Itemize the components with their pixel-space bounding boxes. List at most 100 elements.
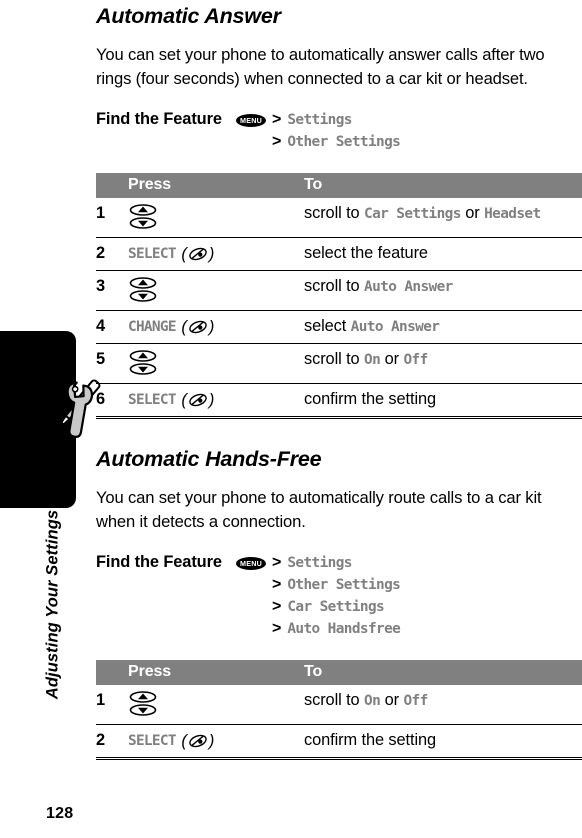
scroll-up-down-key-icon[interactable]	[128, 202, 158, 232]
softkey-select[interactable]: SELECT ( )	[128, 730, 214, 752]
chevron-right-icon: >	[272, 620, 282, 637]
chevron-right-icon: >	[272, 598, 282, 615]
step-display-value-2: Off	[403, 693, 428, 709]
find-the-feature-label: Find the Feature	[96, 110, 222, 128]
step-display-value: On	[364, 352, 381, 368]
menu-path-row: > Other Settings	[236, 574, 582, 596]
paren-open: (	[176, 732, 187, 750]
menu-path-item[interactable]: Other Settings	[287, 134, 401, 150]
column-header-to: To	[304, 660, 582, 685]
table-row: 1 scroll to On or Off	[96, 685, 582, 725]
step-text: scroll to	[304, 277, 365, 295]
step-number: 6	[96, 383, 128, 419]
step-description: scroll to On or Off	[304, 685, 582, 725]
menu-path-item[interactable]: Auto Handsfree	[287, 621, 401, 637]
column-header-number	[96, 173, 128, 198]
step-description: select Auto Answer	[304, 310, 582, 344]
table-row: 3 scroll to Auto Answer	[96, 270, 582, 311]
table-header-row: Press To	[96, 660, 582, 685]
step-press	[128, 270, 304, 311]
step-display-value-2: Headset	[484, 206, 541, 222]
table-row: 1 scroll to Car Settings or Headset	[96, 198, 582, 238]
menu-path-row: > Car Settings	[236, 596, 582, 618]
step-press: SELECT ( )	[128, 237, 304, 271]
page-number: 128	[46, 805, 74, 822]
menu-path-item[interactable]: Settings	[287, 112, 352, 128]
select-key-icon[interactable]	[188, 318, 208, 336]
step-description: scroll to On or Off	[304, 343, 582, 384]
section-body-automatic-answer: You can set your phone to automatically …	[96, 45, 545, 88]
paren-open: (	[176, 245, 187, 263]
section-body-automatic-hands-free: You can set your phone to automatically …	[96, 488, 542, 531]
chevron-right-icon: >	[272, 576, 282, 593]
step-description: scroll to Car Settings or Headset	[304, 198, 582, 238]
menu-path-row: MENU > Settings	[236, 552, 582, 574]
paren-close: )	[208, 732, 215, 750]
page-content: Automatic Answer You can set your phone …	[96, 0, 582, 838]
step-text: or	[380, 691, 404, 709]
menu-key-icon[interactable]: MENU	[236, 556, 266, 570]
menu-path-1: MENU > Settings > Other Settings	[236, 109, 582, 153]
menu-path-row: MENU > Settings	[236, 109, 582, 131]
column-header-press: Press	[128, 173, 304, 198]
menu-path-row: > Auto Handsfree	[236, 618, 582, 640]
paren-open: (	[176, 391, 187, 409]
steps-table-2: Press To 1 scroll to On or Off 2 SELECT …	[96, 660, 582, 760]
paren-close: )	[208, 245, 215, 263]
table-row: 4 CHANGE ( ) select Auto Answer	[96, 310, 582, 344]
menu-path-row: > Other Settings	[236, 131, 582, 153]
scroll-up-down-key-icon[interactable]	[128, 275, 158, 305]
paren-open: (	[176, 318, 187, 336]
table-row: 2 SELECT ( )	[96, 237, 582, 271]
scroll-up-down-key-icon[interactable]	[128, 348, 158, 378]
menu-path-item[interactable]: Settings	[287, 555, 352, 571]
paren-close: )	[208, 391, 215, 409]
step-display-value-2: Off	[403, 352, 428, 368]
column-header-to: To	[304, 173, 582, 198]
softkey-label: SELECT	[128, 392, 176, 408]
step-press: SELECT ( )	[128, 724, 304, 760]
step-number: 1	[96, 685, 128, 725]
step-text: select	[304, 317, 351, 335]
select-key-icon[interactable]	[188, 391, 208, 409]
table-row: 2 SELECT ( )	[96, 724, 582, 760]
step-text: or	[460, 204, 485, 222]
menu-path-2: MENU > Settings > Other Settings > Car S…	[236, 552, 582, 640]
softkey-label: SELECT	[128, 246, 176, 262]
step-number: 2	[96, 724, 128, 760]
table-header-row: Press To	[96, 173, 582, 198]
step-number: 5	[96, 343, 128, 384]
select-key-icon[interactable]	[188, 732, 208, 750]
menu-path-item[interactable]: Car Settings	[287, 599, 384, 615]
softkey-select[interactable]: SELECT ( )	[128, 389, 214, 411]
softkey-label: SELECT	[128, 733, 176, 749]
step-text: select the feature	[304, 244, 428, 262]
chevron-right-icon: >	[272, 133, 282, 150]
step-number: 2	[96, 237, 128, 271]
column-header-number	[96, 660, 128, 685]
step-description: confirm the setting	[304, 724, 582, 760]
step-text: scroll to	[304, 350, 365, 368]
paren-close: )	[208, 318, 215, 336]
chevron-right-icon: >	[272, 554, 282, 571]
select-key-icon[interactable]	[188, 245, 208, 263]
menu-key-icon[interactable]: MENU	[236, 113, 266, 127]
column-header-press: Press	[128, 660, 304, 685]
table-row: 5 scroll to On or Off	[96, 343, 582, 384]
softkey-change[interactable]: CHANGE ( )	[128, 316, 214, 338]
chapter-title: Adjusting Your Settings	[43, 509, 62, 700]
find-the-feature-block-2: Find the Feature MENU > Settings > Other…	[96, 552, 582, 640]
step-number: 4	[96, 310, 128, 344]
step-description: confirm the setting	[304, 383, 582, 419]
softkey-select[interactable]: SELECT ( )	[128, 243, 214, 265]
step-number: 3	[96, 270, 128, 311]
scroll-up-down-key-icon[interactable]	[128, 689, 158, 719]
chevron-right-icon: >	[272, 111, 282, 128]
menu-path-item[interactable]: Other Settings	[287, 577, 401, 593]
softkey-label: CHANGE	[128, 319, 176, 335]
step-text: scroll to	[304, 691, 365, 709]
steps-table-1: Press To 1 scroll to Car Settings or Hea…	[96, 173, 582, 419]
find-the-feature-label: Find the Feature	[96, 553, 222, 571]
step-text: confirm the setting	[304, 390, 437, 408]
step-press	[128, 685, 304, 725]
